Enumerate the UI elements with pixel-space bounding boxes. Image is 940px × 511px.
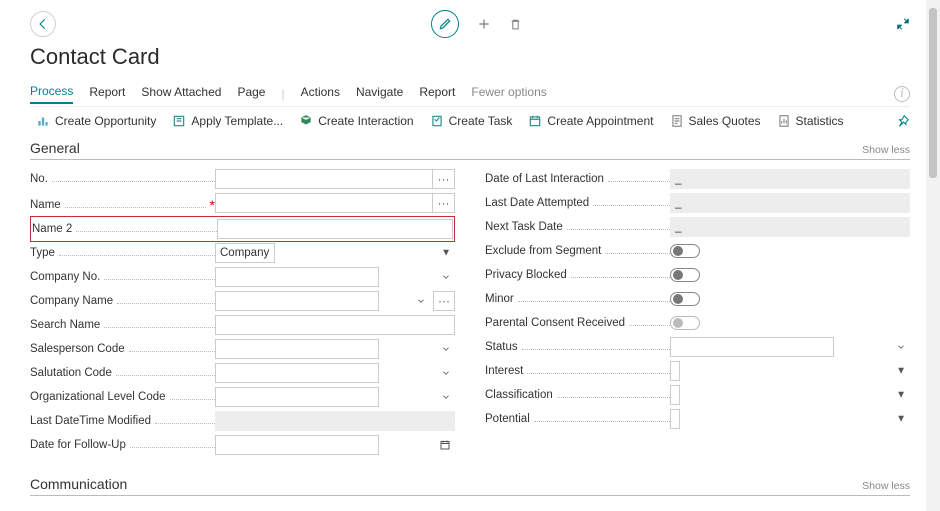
appointment-icon	[528, 114, 542, 128]
label-parental-consent: Parental Consent Received	[485, 317, 627, 329]
input-salutation[interactable]	[215, 363, 379, 383]
statistics-icon	[777, 114, 791, 128]
dropdown-icon: ▼	[896, 414, 906, 425]
menu-page[interactable]: Page	[237, 85, 265, 103]
opportunity-icon	[36, 114, 50, 128]
delete-icon[interactable]	[509, 17, 522, 31]
input-next-task	[670, 217, 910, 237]
menubar: Process Report Show Attached Page | Acti…	[30, 84, 910, 107]
action-create-interaction[interactable]: Create Interaction	[299, 114, 413, 128]
action-sales-quotes[interactable]: Sales Quotes	[670, 114, 761, 128]
select-type[interactable]: Company	[215, 243, 275, 263]
label-name2: Name 2	[32, 223, 74, 235]
label-type: Type	[30, 247, 57, 259]
label-date-followup: Date for Follow-Up	[30, 439, 128, 451]
input-name[interactable]	[215, 193, 455, 213]
label-date-last-int: Date of Last Interaction	[485, 173, 606, 185]
assist-company-name[interactable]: ···	[433, 291, 455, 311]
select-potential[interactable]	[670, 409, 680, 429]
chevron-down-icon[interactable]	[441, 368, 451, 378]
select-classification[interactable]	[670, 385, 680, 405]
back-button[interactable]	[30, 11, 56, 37]
action-create-task[interactable]: Create Task	[430, 114, 513, 128]
label-search-name: Search Name	[30, 319, 102, 331]
template-icon	[172, 114, 186, 128]
toggle-exclude-segment[interactable]	[670, 244, 700, 258]
pin-icon[interactable]	[896, 114, 910, 128]
input-org-level[interactable]	[215, 387, 379, 407]
label-status: Status	[485, 341, 520, 353]
label-next-task: Next Task Date	[485, 221, 565, 233]
label-potential: Potential	[485, 413, 532, 425]
input-name2[interactable]	[217, 219, 453, 239]
menu-navigate[interactable]: Navigate	[356, 85, 403, 103]
new-icon[interactable]	[477, 17, 491, 31]
chevron-down-icon[interactable]	[441, 344, 451, 354]
menu-actions[interactable]: Actions	[301, 85, 340, 103]
label-last-date-att: Last Date Attempted	[485, 197, 591, 209]
input-search-name[interactable]	[215, 315, 455, 335]
input-last-dt-mod	[215, 411, 455, 431]
highlight-name2: Name 2	[30, 216, 455, 242]
input-date-last-int	[670, 169, 910, 189]
label-salutation: Salutation Code	[30, 367, 114, 379]
input-last-date-att	[670, 193, 910, 213]
toggle-minor[interactable]	[670, 292, 700, 306]
label-salesperson: Salesperson Code	[30, 343, 127, 355]
label-company-no: Company No.	[30, 271, 102, 283]
toggle-privacy-blocked[interactable]	[670, 268, 700, 282]
label-org-level: Organizational Level Code	[30, 391, 168, 403]
general-show-less[interactable]: Show less	[862, 144, 910, 156]
input-no[interactable]	[215, 169, 455, 189]
label-privacy-blocked: Privacy Blocked	[485, 269, 569, 281]
label-no: No.	[30, 173, 50, 185]
section-general-title: General	[30, 140, 80, 159]
chevron-down-icon[interactable]	[441, 392, 451, 402]
input-status[interactable]	[670, 337, 834, 357]
dropdown-icon: ▼	[441, 248, 451, 259]
label-last-dt-mod: Last DateTime Modified	[30, 415, 153, 427]
chevron-down-icon[interactable]	[441, 272, 451, 282]
menu-report-2[interactable]: Report	[419, 85, 455, 103]
lookup-no-icon[interactable]: ···	[432, 170, 454, 188]
interaction-icon	[299, 114, 313, 128]
input-company-no[interactable]	[215, 267, 379, 287]
info-icon[interactable]: i	[894, 86, 910, 102]
label-company-name: Company Name	[30, 295, 115, 307]
label-interest: Interest	[485, 365, 525, 377]
collapse-icon[interactable]	[896, 17, 910, 31]
menu-fewer-options[interactable]: Fewer options	[471, 85, 546, 103]
input-date-followup[interactable]	[215, 435, 379, 455]
action-create-opportunity[interactable]: Create Opportunity	[36, 114, 156, 128]
select-interest[interactable]	[670, 361, 680, 381]
section-communication-title: Communication	[30, 476, 127, 495]
label-exclude-segment: Exclude from Segment	[485, 245, 603, 257]
communication-show-less[interactable]: Show less	[862, 480, 910, 492]
scrollbar[interactable]	[926, 0, 940, 511]
edit-icon[interactable]	[431, 10, 459, 38]
action-apply-template[interactable]: Apply Template...	[172, 114, 283, 128]
calendar-icon[interactable]	[439, 439, 451, 451]
action-statistics[interactable]: Statistics	[777, 114, 844, 128]
action-create-appointment[interactable]: Create Appointment	[528, 114, 653, 128]
task-icon	[430, 114, 444, 128]
label-minor: Minor	[485, 293, 516, 305]
label-classification: Classification	[485, 389, 555, 401]
chevron-down-icon[interactable]	[896, 342, 906, 352]
lookup-name-icon[interactable]: ···	[432, 194, 454, 212]
menu-show-attached[interactable]: Show Attached	[141, 85, 221, 103]
label-name: Name	[30, 199, 63, 211]
input-company-name[interactable]	[215, 291, 379, 311]
input-salesperson[interactable]	[215, 339, 379, 359]
chevron-down-icon[interactable]	[416, 296, 426, 306]
page-title: Contact Card	[30, 44, 910, 70]
toggle-parental-consent[interactable]	[670, 316, 700, 330]
menu-report[interactable]: Report	[89, 85, 125, 103]
menu-process[interactable]: Process	[30, 84, 73, 104]
quotes-icon	[670, 114, 684, 128]
dropdown-icon: ▼	[896, 390, 906, 401]
dropdown-icon: ▼	[896, 366, 906, 377]
